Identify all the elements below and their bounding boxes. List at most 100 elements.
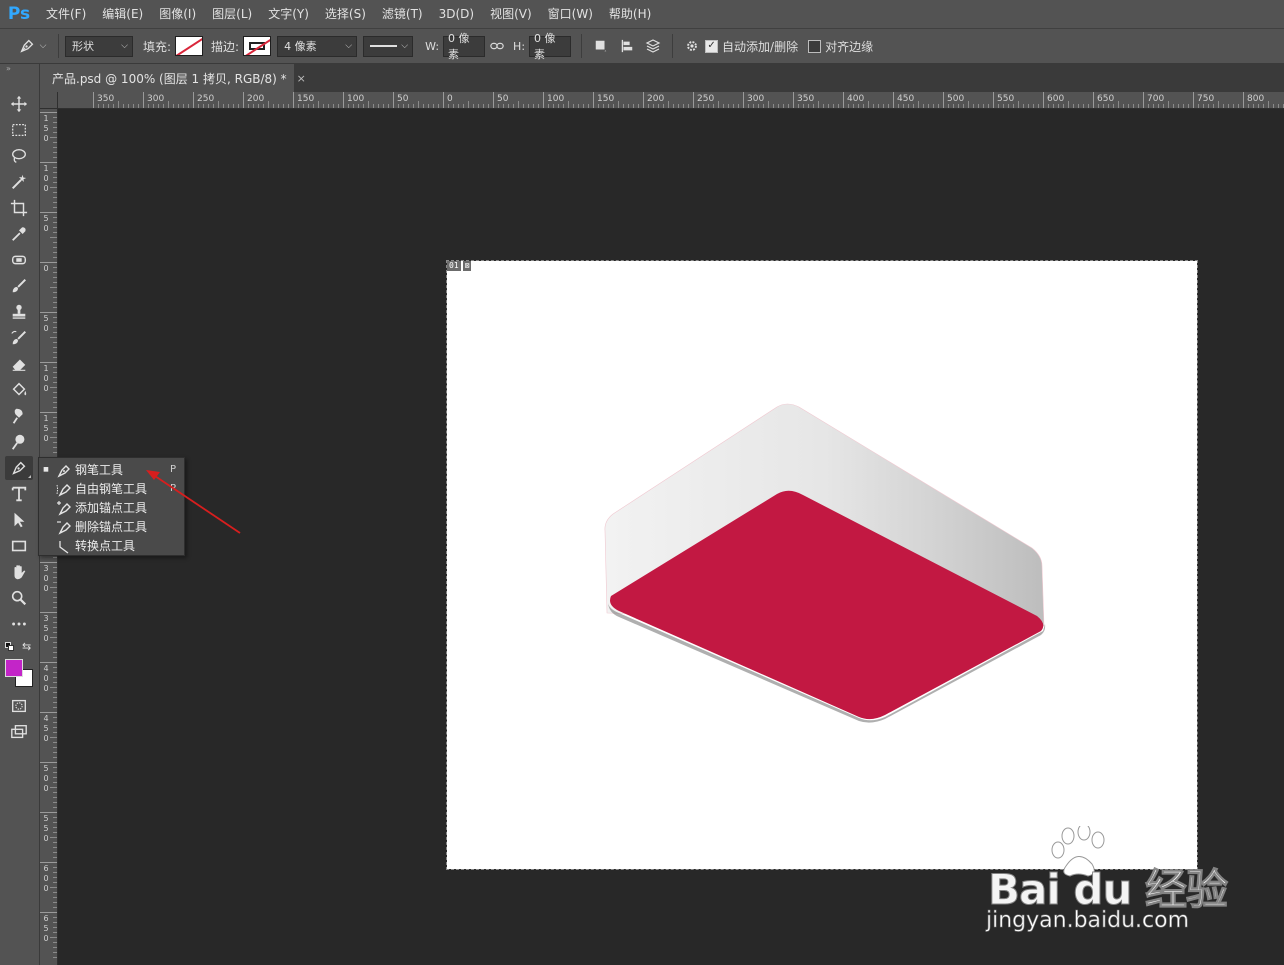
ruler-minor-tick: [53, 117, 57, 118]
ruler-label: 250: [197, 94, 215, 104]
menu-bar: Ps 文件(F) 编辑(E) 图像(I) 图层(L) 文字(Y) 选择(S) 滤…: [0, 0, 1284, 28]
align-edges-checkbox[interactable]: [808, 39, 822, 53]
ruler-minor-tick: [53, 452, 57, 453]
settings-button[interactable]: [679, 33, 705, 59]
ruler-minor-tick: [53, 727, 57, 728]
menu-item-window[interactable]: 窗口(W): [540, 0, 601, 28]
ruler-minor-tick: [588, 104, 589, 108]
path-alignment-button[interactable]: [614, 33, 640, 59]
ruler-minor-tick: [323, 104, 324, 108]
ruler-minor-tick: [53, 772, 57, 773]
menu-item-layer[interactable]: 图层(L): [204, 0, 260, 28]
ruler-minor-tick: [53, 722, 57, 723]
more-tools[interactable]: [5, 612, 33, 636]
blur-tool[interactable]: [5, 404, 33, 428]
shape-tool[interactable]: [5, 534, 33, 558]
dodge-tool[interactable]: [5, 430, 33, 454]
document-tab[interactable]: 产品.psd @ 100% (图层 1 拷贝, RGB/8) * ×: [40, 64, 306, 92]
stroke-width-value: 4 像素: [284, 40, 317, 53]
ruler-origin[interactable]: [40, 92, 58, 109]
ruler-minor-tick: [53, 697, 57, 698]
ruler-minor-tick: [698, 104, 699, 108]
stroke-width-field[interactable]: 4 像素 ⌵: [277, 35, 358, 57]
ruler-minor-tick: [348, 104, 349, 108]
dodge-icon: [11, 434, 25, 450]
default-colors-icon[interactable]: [5, 642, 15, 652]
toolbar-grip-icon[interactable]: »: [0, 64, 39, 74]
ruler-tick: [40, 812, 57, 813]
hand-tool[interactable]: [5, 560, 33, 584]
ruler-minor-tick: [223, 104, 224, 108]
ruler-tick: [1193, 92, 1194, 108]
type-tool[interactable]: [5, 482, 33, 506]
ruler-minor-tick: [1133, 104, 1134, 108]
link-icon[interactable]: [485, 33, 509, 59]
menu-item-edit[interactable]: 编辑(E): [94, 0, 151, 28]
stroke-type-dropdown[interactable]: ⌵: [363, 35, 414, 57]
healing-tool[interactable]: [5, 248, 33, 272]
tool-preset-picker[interactable]: ⌵: [12, 33, 52, 59]
ruler-minor-tick: [438, 104, 439, 108]
ruler-minor-tick: [1213, 104, 1214, 108]
screen-mode-button[interactable]: [5, 720, 33, 744]
magic-wand-tool[interactable]: [5, 170, 33, 194]
ruler-minor-tick: [283, 104, 284, 108]
menu-item-view[interactable]: 视图(V): [482, 0, 540, 28]
height-input[interactable]: 0 像素: [529, 32, 572, 61]
ruler-minor-tick: [633, 104, 634, 108]
menu-item-help[interactable]: 帮助(H): [601, 0, 659, 28]
flyout-item-label: 转换点工具: [75, 539, 136, 553]
swap-colors-icon[interactable]: ⇆: [22, 640, 31, 653]
fill-swatch[interactable]: [175, 36, 204, 56]
ruler-tick: [40, 862, 57, 863]
width-input[interactable]: 0 像素: [443, 32, 486, 61]
auto-add-delete-checkbox[interactable]: ✓: [705, 39, 719, 53]
history-brush-tool[interactable]: [5, 326, 33, 350]
ruler-minor-tick: [53, 897, 57, 898]
ruler-minor-tick: [1268, 101, 1269, 108]
stroke-swatch[interactable]: [243, 36, 272, 56]
crop-tool[interactable]: [5, 196, 33, 220]
ruler-minor-tick: [298, 104, 299, 108]
eyedropper-tool[interactable]: [5, 222, 33, 246]
path-arrangement-button[interactable]: [640, 33, 666, 59]
brush-tool[interactable]: [5, 274, 33, 298]
lasso-tool[interactable]: [5, 144, 33, 168]
menu-item-file[interactable]: 文件(F): [38, 0, 94, 28]
chevron-down-icon: ⌵: [39, 41, 47, 51]
horizontal-ruler[interactable]: 350 300 250 200 150 100 50 0 50 100 150 200 250 300 35…: [58, 92, 1284, 109]
document-canvas[interactable]: [446, 260, 1198, 870]
ruler-minor-tick: [1188, 104, 1189, 108]
lasso-icon: [12, 149, 26, 163]
ruler-minor-tick: [983, 104, 984, 108]
foreground-color-swatch[interactable]: [5, 659, 23, 677]
menu-item-3d[interactable]: 3D(D): [431, 0, 482, 28]
menu-item-select[interactable]: 选择(S): [317, 0, 374, 28]
close-icon[interactable]: ×: [297, 72, 306, 85]
ruler-minor-tick: [53, 717, 57, 718]
menu-item-filter[interactable]: 滤镜(T): [374, 0, 431, 28]
mode-dropdown[interactable]: 形状 ⌵: [65, 35, 133, 57]
ruler-minor-tick: [1103, 104, 1104, 108]
type-icon: [11, 486, 27, 502]
stamp-tool[interactable]: [5, 300, 33, 324]
marquee-tool[interactable]: [5, 118, 33, 142]
ruler-minor-tick: [53, 282, 57, 283]
paint-bucket-tool[interactable]: [5, 378, 33, 402]
menu-item-image[interactable]: 图像(I): [151, 0, 204, 28]
ruler-label: 350: [97, 94, 115, 104]
ruler-minor-tick: [98, 104, 99, 108]
menu-item-type[interactable]: 文字(Y): [260, 0, 317, 28]
ruler-minor-tick: [108, 104, 109, 108]
ruler-minor-tick: [53, 202, 57, 203]
ruler-tick: [40, 612, 57, 613]
eraser-tool[interactable]: [5, 352, 33, 376]
move-tool[interactable]: [5, 92, 33, 116]
ruler-minor-tick: [683, 104, 684, 108]
zoom-tool[interactable]: [5, 586, 33, 610]
path-operations-button[interactable]: [588, 33, 614, 59]
quick-mask-button[interactable]: [5, 694, 33, 718]
ruler-minor-tick: [1108, 104, 1109, 108]
pen-tool[interactable]: [5, 456, 33, 480]
path-select-tool[interactable]: [5, 508, 33, 532]
